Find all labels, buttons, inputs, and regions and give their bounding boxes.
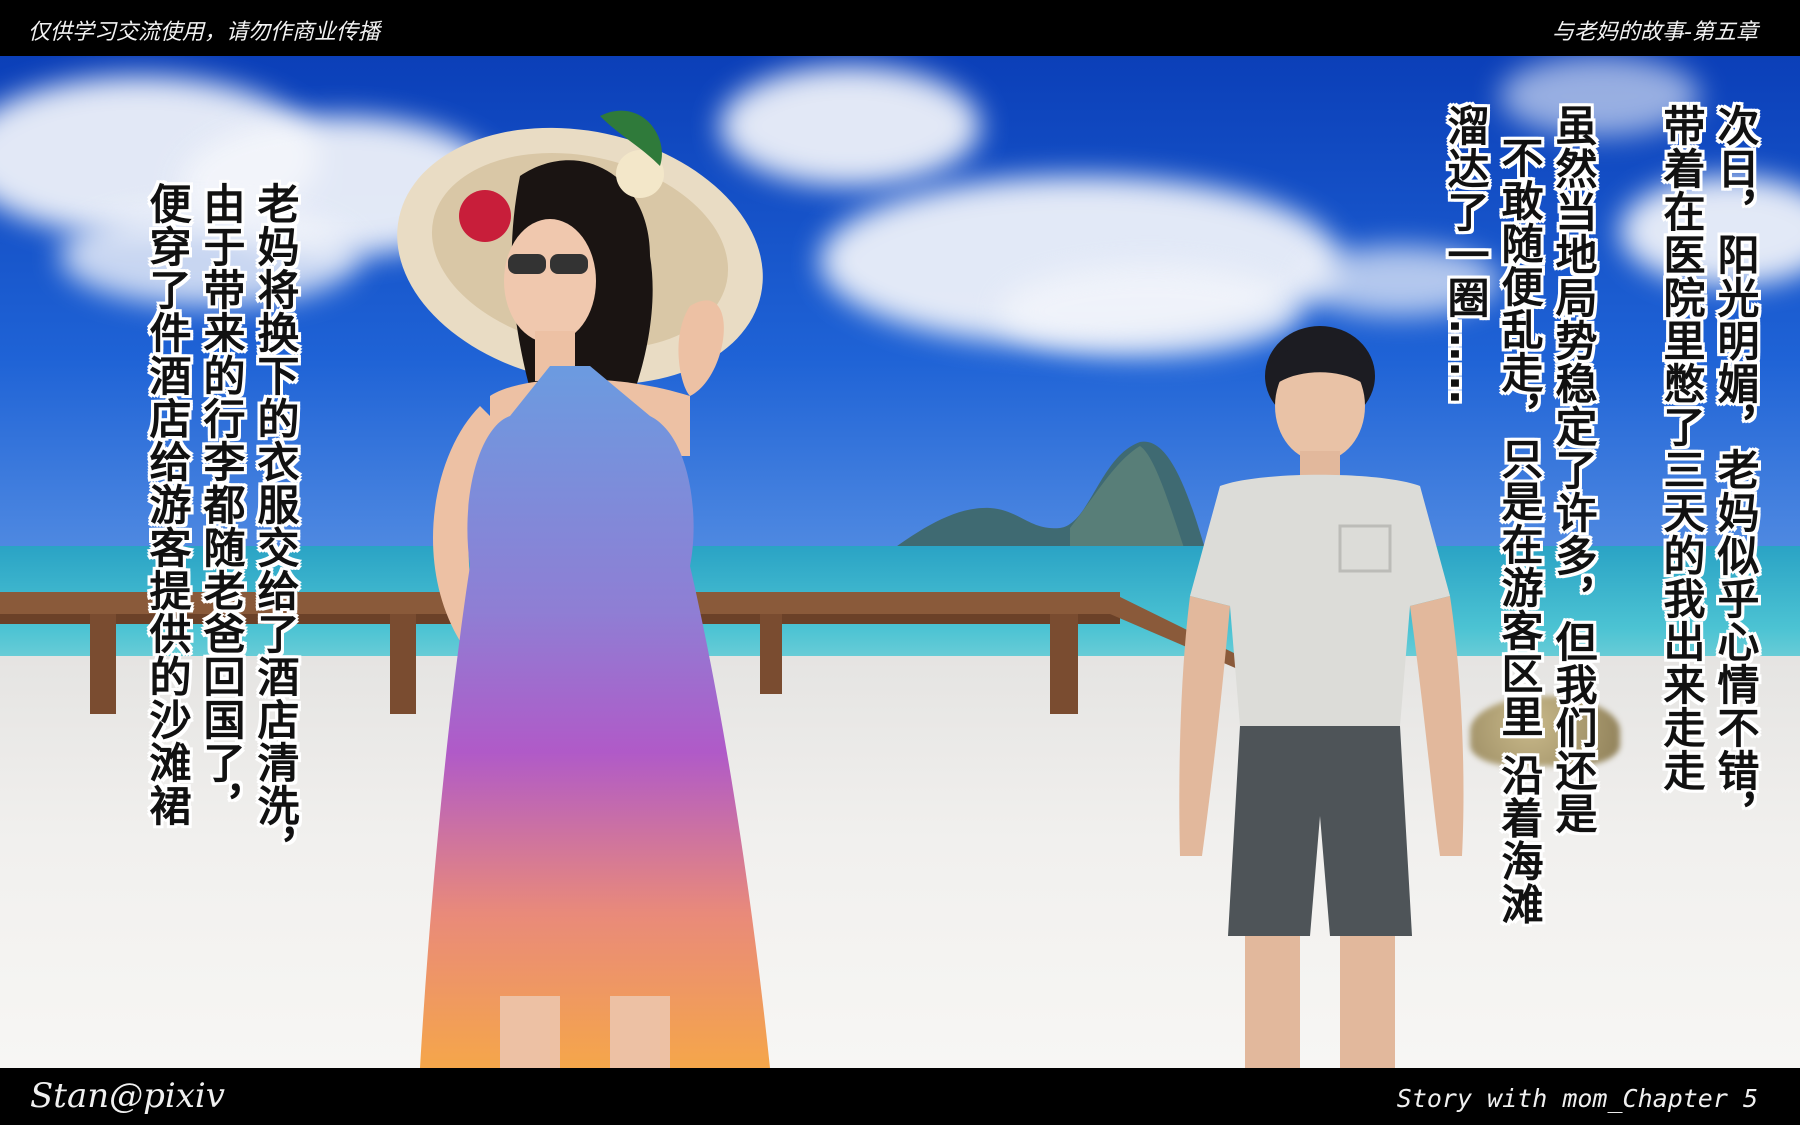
caption-column: 溜达了一圈…… (1441, 104, 1490, 405)
top-bar: 仅供学习交流使用，请勿作商业传播 与老妈的故事-第五章 (0, 0, 1800, 56)
caption-column: 次日，阳光明媚，老妈似乎心情不错， (1711, 104, 1760, 835)
caption-column: 不敢随便乱走，只是在游客区里 沿着海滩 (1495, 136, 1544, 926)
caption-column: 老妈将换下的衣服交给了酒店清洗， (251, 182, 300, 870)
caption-column: 虽然当地局势稳定了许多，但我们还是 (1549, 104, 1598, 835)
caption-column: 便穿了件酒店给游客提供的沙滩裙 (143, 182, 192, 827)
boy-figure (1179, 326, 1464, 1068)
caption-column: 由于带来的行李都随老爸回国了， (197, 182, 246, 827)
woman-figure (397, 110, 770, 1068)
artist-credit: Stan@pixiv (30, 1076, 226, 1116)
bottom-bar: Stan@pixiv Story with mom_Chapter 5 (0, 1068, 1800, 1125)
chapter-title: 与老妈的故事-第五章 (1552, 20, 1758, 45)
english-chapter-title: Story with mom_Chapter 5 (1396, 1084, 1758, 1113)
comic-scene: 次日，阳光明媚，老妈似乎心情不错， 带着在医院里憋了三天的我出来走走 虽然当地局… (0, 56, 1800, 1068)
usage-notice: 仅供学习交流使用，请勿作商业传播 (28, 20, 381, 45)
caption-column: 带着在医院里憋了三天的我出来走走 (1657, 104, 1706, 792)
